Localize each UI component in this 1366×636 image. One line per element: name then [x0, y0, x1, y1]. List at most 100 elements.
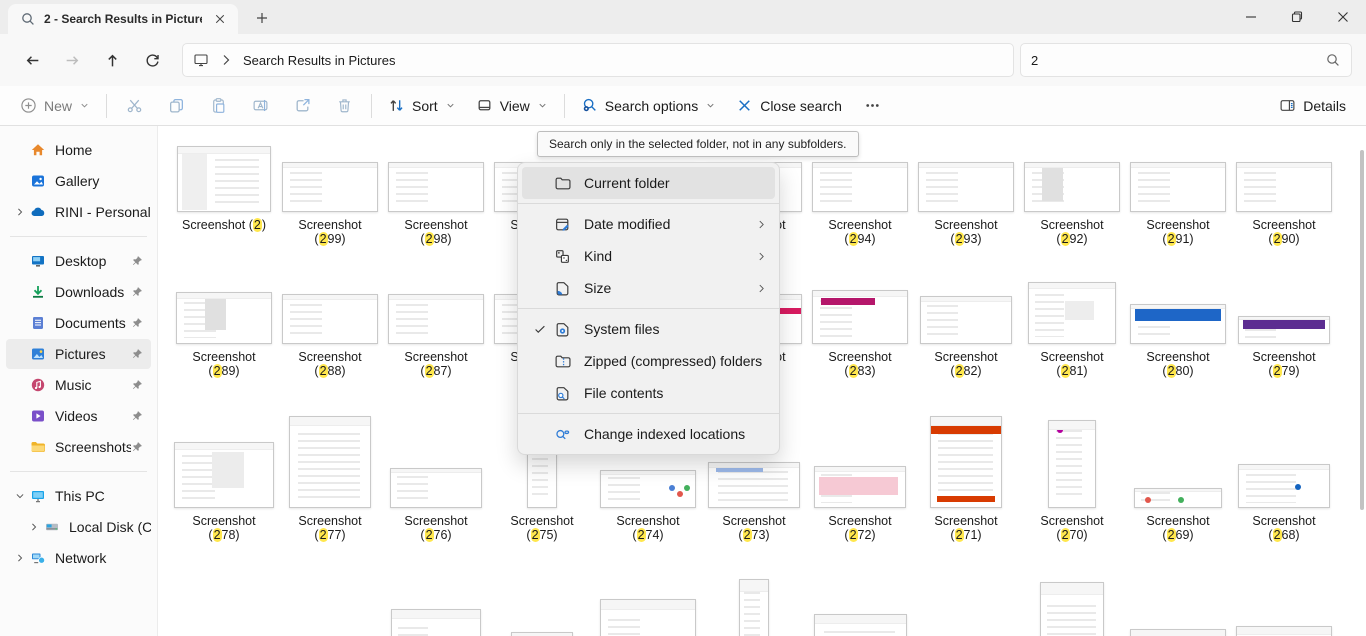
- file-item[interactable]: Screenshot(272): [807, 390, 913, 554]
- sidebar-item-downloads[interactable]: Downloads: [6, 277, 151, 307]
- file-item[interactable]: Screenshot(276): [383, 390, 489, 554]
- back-icon[interactable]: [12, 42, 52, 78]
- sidebar-item-screenshots[interactable]: Screenshots: [6, 432, 151, 462]
- explorer-tab[interactable]: 2 - Search Results in Pictures: [8, 4, 238, 34]
- sort-button[interactable]: Sort: [378, 90, 466, 122]
- breadcrumb-chevron-icon[interactable]: [218, 52, 234, 68]
- thumbnail-detail: [684, 485, 690, 491]
- share-icon[interactable]: [281, 90, 323, 122]
- sidebar-item-local-disk[interactable]: Local Disk (C:): [6, 512, 151, 542]
- breadcrumb[interactable]: Search Results in Pictures: [243, 53, 395, 68]
- sidebar-item-videos[interactable]: Videos: [6, 401, 151, 431]
- search-options-button[interactable]: Search options: [571, 90, 726, 122]
- file-label: Screenshot(279): [1252, 350, 1315, 390]
- delete-icon[interactable]: [323, 90, 365, 122]
- file-item[interactable]: [913, 554, 1019, 636]
- file-item[interactable]: Screenshot(287): [383, 258, 489, 390]
- file-item[interactable]: Screenshot(271): [913, 390, 1019, 554]
- forward-icon[interactable]: [52, 42, 92, 78]
- file-item[interactable]: Screenshot(279): [1231, 258, 1337, 390]
- new-button[interactable]: New: [10, 90, 100, 122]
- search-icon[interactable]: [1325, 52, 1341, 68]
- file-item[interactable]: [383, 554, 489, 636]
- sidebar-item-documents[interactable]: Documents: [6, 308, 151, 338]
- home-icon: [30, 142, 46, 158]
- file-item[interactable]: [489, 554, 595, 636]
- file-item[interactable]: Screenshot(270): [1019, 390, 1125, 554]
- sidebar-item-desktop[interactable]: Desktop: [6, 246, 151, 276]
- this-pc-icon: [30, 488, 46, 504]
- file-item[interactable]: [595, 554, 701, 636]
- file-item[interactable]: [1231, 554, 1337, 636]
- search-box[interactable]: [1020, 43, 1352, 77]
- file-item[interactable]: Screenshot(281): [1019, 258, 1125, 390]
- menu-item-change-indexed-locations[interactable]: Change indexed locations: [522, 418, 775, 450]
- sidebar-item-onedrive[interactable]: RINI - Personal: [6, 197, 151, 227]
- thumbnail-detail: [205, 298, 226, 330]
- file-item[interactable]: Screenshot(291): [1125, 126, 1231, 258]
- view-label: View: [500, 98, 530, 114]
- sidebar-item-home[interactable]: Home: [6, 135, 151, 165]
- file-item[interactable]: Screenshot(290): [1231, 126, 1337, 258]
- menu-item-zipped-compressed-folders[interactable]: Zipped (compressed) folders: [522, 345, 775, 377]
- file-item[interactable]: [1019, 554, 1125, 636]
- menu-item-date-modified[interactable]: Date modified: [522, 208, 775, 240]
- file-item[interactable]: Screenshot(269): [1125, 390, 1231, 554]
- menu-item-current-folder[interactable]: Current folder: [522, 167, 775, 199]
- rename-icon[interactable]: [239, 90, 281, 122]
- file-item[interactable]: Screenshot(299): [277, 126, 383, 258]
- minimize-icon[interactable]: [1228, 0, 1274, 34]
- file-item[interactable]: Screenshot(283): [807, 258, 913, 390]
- file-item[interactable]: Screenshot(293): [913, 126, 1019, 258]
- file-item[interactable]: [1125, 554, 1231, 636]
- address-bar[interactable]: Search Results in Pictures: [182, 43, 1014, 77]
- file-item[interactable]: [807, 554, 913, 636]
- menu-item-size[interactable]: Size: [522, 272, 775, 304]
- file-item[interactable]: Screenshot(298): [383, 126, 489, 258]
- menu-item-system-files[interactable]: System files: [522, 313, 775, 345]
- tab-close-icon[interactable]: [210, 9, 230, 29]
- new-tab-button[interactable]: [248, 4, 276, 32]
- divider: [564, 94, 565, 118]
- restore-icon[interactable]: [1274, 0, 1320, 34]
- view-button[interactable]: View: [466, 90, 558, 122]
- up-icon[interactable]: [92, 42, 132, 78]
- close-icon[interactable]: [1320, 0, 1366, 34]
- file-label: Screenshot(271): [934, 514, 997, 554]
- sidebar-item-this-pc[interactable]: This PC: [6, 481, 151, 511]
- file-item[interactable]: Screenshot(277): [277, 390, 383, 554]
- file-item[interactable]: Screenshot(292): [1019, 126, 1125, 258]
- file-thumbnail: [388, 294, 484, 344]
- sidebar-item-gallery[interactable]: Gallery: [6, 166, 151, 196]
- sidebar-item-label: Downloads: [55, 284, 131, 300]
- search-input[interactable]: [1031, 53, 1325, 68]
- file-item[interactable]: [277, 554, 383, 636]
- scrollbar-thumb[interactable]: [1360, 150, 1364, 510]
- close-search-button[interactable]: Close search: [726, 90, 852, 122]
- cut-icon[interactable]: [113, 90, 155, 122]
- sidebar-item-label: Gallery: [55, 173, 151, 189]
- sidebar-item-network[interactable]: Network: [6, 543, 151, 573]
- details-button[interactable]: Details: [1269, 90, 1356, 122]
- file-item[interactable]: Screenshot (2): [171, 126, 277, 258]
- file-item[interactable]: Screenshot(289): [171, 258, 277, 390]
- file-item[interactable]: Screenshot(268): [1231, 390, 1337, 554]
- file-item[interactable]: [701, 554, 807, 636]
- chevron-down-icon: [10, 491, 30, 501]
- navigation-bar: Search Results in Pictures: [0, 34, 1366, 86]
- file-thumbnail: [1028, 282, 1116, 344]
- copy-icon[interactable]: [155, 90, 197, 122]
- file-item[interactable]: Screenshot(280): [1125, 258, 1231, 390]
- sidebar-item-music[interactable]: Music: [6, 370, 151, 400]
- file-item[interactable]: Screenshot(288): [277, 258, 383, 390]
- more-options-icon[interactable]: [852, 90, 894, 122]
- menu-item-kind[interactable]: Kind: [522, 240, 775, 272]
- file-item[interactable]: Screenshot(278): [171, 390, 277, 554]
- paste-icon[interactable]: [197, 90, 239, 122]
- sidebar-item-pictures[interactable]: Pictures: [6, 339, 151, 369]
- submenu-chevron-icon: [756, 251, 767, 262]
- thumbnail-detail: [1135, 308, 1221, 321]
- refresh-icon[interactable]: [132, 42, 172, 78]
- file-item[interactable]: Screenshot(282): [913, 258, 1019, 390]
- menu-item-file-contents[interactable]: File contents: [522, 377, 775, 409]
